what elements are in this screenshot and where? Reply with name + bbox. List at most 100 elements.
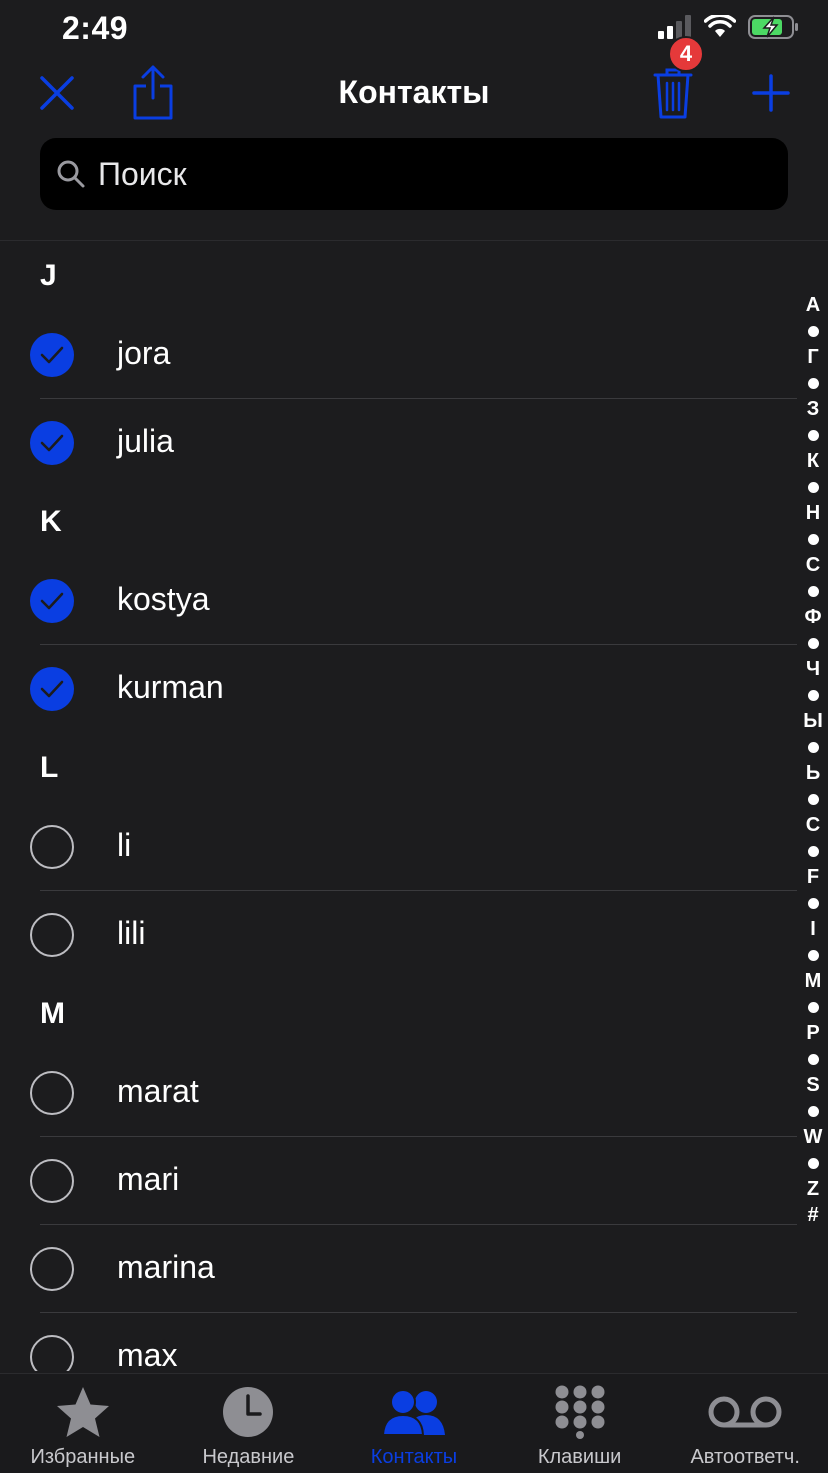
section-letter: J xyxy=(40,259,57,292)
index-dot[interactable] xyxy=(807,838,819,864)
contact-row[interactable]: kostya xyxy=(0,557,800,645)
contact-row[interactable]: lili xyxy=(0,891,800,979)
add-contact-button[interactable] xyxy=(748,70,794,116)
section-header: L xyxy=(0,733,800,803)
contact-name: kurman xyxy=(117,669,224,705)
contact-list[interactable]: Jjora julia Kkostya kurman Lli lili Mmarat mari… xyxy=(0,241,800,1371)
tab-recents[interactable]: Недавние xyxy=(166,1374,332,1473)
contact-row[interactable]: mari xyxy=(0,1137,800,1225)
index-dot[interactable] xyxy=(807,526,819,552)
tab-label: Контакты xyxy=(370,1446,458,1468)
tab-label: Недавние xyxy=(202,1446,295,1468)
keypad-icon xyxy=(555,1385,605,1439)
checkbox-unchecked[interactable] xyxy=(30,1247,74,1291)
clock-icon xyxy=(223,1387,274,1437)
navigation-bar: Контакты 4 xyxy=(0,36,828,130)
index-letter[interactable]: З xyxy=(807,396,820,422)
index-letter[interactable]: M xyxy=(805,968,822,994)
contact-name: julia xyxy=(117,423,174,459)
index-dot[interactable] xyxy=(807,734,819,760)
delete-button[interactable] xyxy=(650,64,696,122)
index-dot[interactable] xyxy=(807,994,819,1020)
index-letter[interactable]: С xyxy=(806,552,820,578)
contact-row[interactable]: julia xyxy=(0,399,800,487)
index-letter[interactable]: К xyxy=(807,448,819,474)
index-dot[interactable] xyxy=(807,1098,819,1124)
index-letter[interactable]: S xyxy=(806,1072,819,1098)
index-dot[interactable] xyxy=(807,630,819,656)
battery-charging-icon xyxy=(748,15,798,39)
voicemail-icon xyxy=(708,1396,782,1428)
index-dot[interactable] xyxy=(807,1150,819,1176)
tab-favorites[interactable]: Избранные xyxy=(0,1374,166,1473)
index-dot[interactable] xyxy=(807,682,819,708)
checkmark-icon xyxy=(40,680,64,698)
contacts-icon xyxy=(381,1389,445,1436)
plus-icon xyxy=(752,74,790,112)
index-dot[interactable] xyxy=(807,786,819,812)
index-letter[interactable]: Z xyxy=(807,1176,819,1202)
index-letter[interactable]: C xyxy=(806,812,820,838)
index-dot[interactable] xyxy=(807,474,819,500)
index-letter[interactable]: А xyxy=(806,292,820,318)
checkbox-checked[interactable] xyxy=(30,421,74,465)
search-icon xyxy=(57,160,85,188)
star-icon xyxy=(56,1387,109,1437)
status-time: 2:49 xyxy=(62,10,129,46)
index-letter[interactable]: P xyxy=(806,1020,819,1046)
checkbox-unchecked[interactable] xyxy=(30,913,74,957)
index-dot[interactable] xyxy=(807,1046,819,1072)
index-dot[interactable] xyxy=(807,578,819,604)
tab-bar: Избранные Недавние Контакты Клавиши Авто… xyxy=(0,1373,828,1473)
checkbox-checked[interactable] xyxy=(30,579,74,623)
index-letter[interactable]: Ч xyxy=(806,656,820,682)
checkbox-unchecked[interactable] xyxy=(30,1071,74,1115)
search-input[interactable] xyxy=(96,154,700,194)
tab-contacts[interactable]: Контакты xyxy=(331,1374,497,1473)
index-letter[interactable]: I xyxy=(810,916,816,942)
contact-row[interactable]: li xyxy=(0,803,800,891)
contact-row[interactable]: max xyxy=(0,1313,800,1371)
index-dot[interactable] xyxy=(807,942,819,968)
contact-row[interactable]: marat xyxy=(0,1049,800,1137)
page-title: Контакты xyxy=(338,74,490,110)
selection-count-badge: 4 xyxy=(668,36,704,72)
index-letter[interactable]: Н xyxy=(806,500,820,526)
index-letter[interactable]: Ь xyxy=(806,760,820,786)
contact-row[interactable]: kurman xyxy=(0,645,800,733)
contact-name: kostya xyxy=(117,581,210,617)
index-dot[interactable] xyxy=(807,370,819,396)
index-letter[interactable]: # xyxy=(807,1202,818,1228)
section-letter: L xyxy=(40,751,59,784)
contact-row[interactable]: marina xyxy=(0,1225,800,1313)
index-letter[interactable]: F xyxy=(807,864,819,890)
index-letter[interactable]: W xyxy=(804,1124,823,1150)
trash-icon xyxy=(653,68,693,119)
checkbox-unchecked[interactable] xyxy=(30,1159,74,1203)
section-header: M xyxy=(0,979,800,1049)
checkbox-unchecked[interactable] xyxy=(30,1335,74,1371)
contact-row[interactable]: jora xyxy=(0,311,800,399)
checkbox-checked[interactable] xyxy=(30,667,74,711)
contact-name: marina xyxy=(117,1249,215,1285)
index-dot[interactable] xyxy=(807,890,819,916)
contact-name: marat xyxy=(117,1073,199,1109)
contact-name: li xyxy=(117,827,132,863)
tab-voicemail[interactable]: Автоответч. xyxy=(662,1374,828,1473)
checkbox-checked[interactable] xyxy=(30,333,74,377)
wifi-icon xyxy=(704,15,736,37)
contact-name: mari xyxy=(117,1161,180,1197)
tab-keypad[interactable]: Клавиши xyxy=(497,1374,663,1473)
index-letter[interactable]: Ф xyxy=(804,604,821,630)
checkbox-unchecked[interactable] xyxy=(30,825,74,869)
contact-name: max xyxy=(117,1337,178,1371)
checkmark-icon xyxy=(40,346,64,364)
section-header: K xyxy=(0,487,800,557)
index-dot[interactable] xyxy=(807,422,819,448)
tab-label: Автоответч. xyxy=(690,1446,800,1468)
alphabet-index[interactable]: А Г З К Н С Ф Ч Ы Ь C F I M P S W Z # xyxy=(798,292,828,1228)
checkmark-icon xyxy=(40,592,64,610)
index-letter[interactable]: Ы xyxy=(803,708,823,734)
index-dot[interactable] xyxy=(807,318,819,344)
index-letter[interactable]: Г xyxy=(807,344,818,370)
